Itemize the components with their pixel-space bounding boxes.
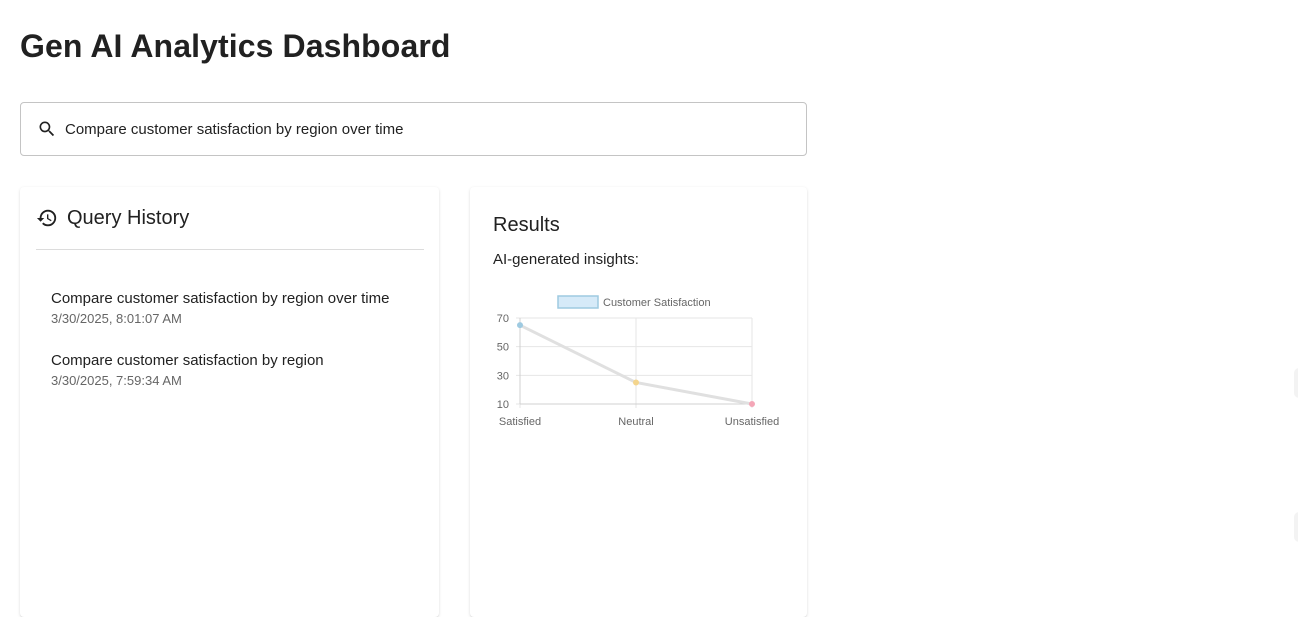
- history-item[interactable]: Compare customer satisfaction by region …: [20, 344, 439, 406]
- history-item[interactable]: Compare customer satisfaction by region …: [20, 282, 439, 344]
- x-tick-label: Unsatisfied: [725, 416, 779, 428]
- legend-label: Customer Satisfaction: [603, 297, 711, 309]
- x-tick-label: Neutral: [618, 416, 653, 428]
- y-tick-label: 30: [497, 370, 509, 382]
- history-item-query: Compare customer satisfaction by region: [51, 352, 324, 369]
- search-icon: [39, 121, 55, 137]
- search-input[interactable]: [65, 103, 785, 155]
- edge-scroll-handle: [1294, 368, 1298, 398]
- legend-swatch: [557, 295, 599, 309]
- data-point: [517, 322, 523, 329]
- history-list: Compare customer satisfaction by region …: [20, 282, 439, 406]
- y-tick-label: 50: [497, 342, 509, 354]
- query-history-header: Query History: [36, 204, 189, 232]
- x-tick-label: Satisfied: [499, 416, 541, 428]
- history-item-timestamp: 3/30/2025, 8:01:07 AM: [51, 311, 182, 326]
- query-history-card: Query History Compare customer satisfact…: [20, 187, 439, 617]
- y-tick-label: 10: [497, 399, 509, 411]
- data-point: [633, 379, 639, 386]
- edge-scroll-handle: [1294, 512, 1298, 542]
- satisfaction-line-chart: 10 30 50 70 Satisfied Neutral Unsatisfied Custo…: [497, 295, 779, 428]
- history-icon: [36, 209, 57, 227]
- results-subtitle: AI-generated insights:: [493, 251, 639, 268]
- history-item-query: Compare customer satisfaction by region …: [51, 290, 390, 307]
- history-divider: [36, 249, 424, 250]
- search-box[interactable]: [20, 102, 807, 156]
- y-tick-label: 70: [497, 313, 509, 325]
- query-history-title: Query History: [67, 206, 190, 229]
- results-card: Results AI-generated insights: 10 30 50 70 S…: [470, 187, 807, 617]
- results-title: Results: [493, 214, 560, 236]
- data-point: [749, 401, 755, 407]
- page-title: Gen AI Analytics Dashboard: [20, 28, 451, 64]
- history-item-timestamp: 3/30/2025, 7:59:34 AM: [51, 373, 182, 388]
